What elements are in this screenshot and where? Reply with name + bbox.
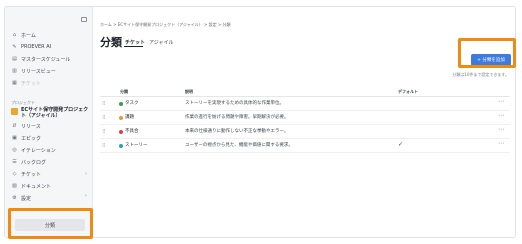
row-name: 不具合	[125, 129, 139, 134]
chevron-up-icon: ˄	[84, 195, 88, 201]
color-dot	[119, 130, 123, 134]
sidebar-item-iteration[interactable]: ◎ イテレーション	[11, 146, 56, 154]
chevron-right-icon: ›	[85, 171, 87, 177]
schedule-icon: ▤	[12, 56, 17, 62]
ai-icon: ✎	[12, 44, 17, 50]
row-description: ユーザーの視点から見た、機能や価値に関する要求。	[185, 143, 293, 148]
row-description: 本来の仕様通りに動作しない不正な挙動やエラー。	[185, 129, 289, 134]
project-selector[interactable]: ECサイト保守開発プロジェクト（アジャイル）	[11, 107, 89, 119]
review-icon: ▥	[12, 68, 17, 74]
color-dot	[119, 144, 123, 148]
project-logo	[11, 108, 18, 115]
sidebar-item-settings[interactable]: ⚙ 設定 ˄	[11, 194, 87, 202]
row-name: タスク	[125, 101, 139, 106]
sidebar-item-schedule[interactable]: ▤ マスタースケジュール	[11, 55, 70, 63]
ticket-icon: ◇	[12, 171, 17, 177]
app-window: ⌂ ホーム ✎ PROEVER AI ▤ マスタースケジュール ▥ リリースビュ…	[4, 6, 516, 238]
iteration-icon: ◎	[12, 147, 17, 153]
sidebar-item-document[interactable]: ▧ ドキュメント	[11, 182, 51, 190]
epic-icon: ▣	[12, 135, 17, 141]
table-header: 分類 説明 デフォルト	[100, 87, 510, 97]
home-icon: ⌂	[12, 32, 17, 38]
project-name: ECサイト保守開発プロジェクト（アジャイル）	[21, 107, 89, 119]
column-header-description: 説明	[185, 89, 193, 94]
column-header-default: デフォルト	[398, 89, 418, 94]
sidebar-item-label: エピック	[21, 135, 42, 142]
color-dot	[119, 102, 123, 106]
sidebar-item-label: バックログ	[21, 159, 47, 166]
sidebar-item-release[interactable]: ⇵ リリース	[11, 122, 41, 130]
drag-handle-icon[interactable]: ⠿	[102, 101, 106, 107]
sidebar-item-backlog[interactable]: ☰ バックログ	[11, 158, 46, 166]
tab-ticket[interactable]: チケット	[125, 39, 145, 46]
tab-agile[interactable]: アジャイル	[149, 39, 174, 46]
page-title: 分類	[100, 36, 122, 49]
row-name: 課題	[125, 115, 134, 120]
collapse-sidebar-icon[interactable]	[81, 17, 87, 22]
highlight-add-button	[458, 38, 516, 68]
sidebar-item-tickets[interactable]: ▦ チケット	[11, 79, 41, 87]
more-options-icon[interactable]: ⋯	[498, 126, 504, 133]
color-dot	[119, 116, 123, 120]
sidebar-item-label: リリース	[21, 123, 41, 130]
sidebar-item-label: チケット	[21, 171, 42, 178]
row-name: ストーリー	[125, 143, 148, 148]
drag-handle-icon[interactable]: ⠿	[102, 115, 106, 121]
highlight-classification-item	[8, 208, 93, 239]
ticket-icon: ▦	[12, 80, 17, 86]
active-tab-indicator	[124, 46, 143, 47]
sidebar: ⌂ ホーム ✎ PROEVER AI ▤ マスタースケジュール ▥ リリースビュ…	[5, 7, 93, 237]
column-header-name: 分類	[120, 89, 128, 94]
row-description: 作業の進行を妨げる問題や障害。早期解決が必要。	[185, 115, 289, 120]
sidebar-item-label: チケット	[21, 80, 42, 87]
sidebar-item-epic[interactable]: ▣ エピック	[11, 134, 41, 142]
sidebar-item-release-view[interactable]: ▥ リリースビュー	[11, 67, 56, 75]
table-row[interactable]: ⠿ タスク ストーリーを実現するための具体的な作業単位。 ⋯	[100, 97, 510, 111]
limit-hint: 分類は10件まで設定できます。	[452, 72, 509, 77]
sidebar-item-label: ドキュメント	[21, 183, 52, 190]
default-check-icon: ✓	[398, 141, 404, 148]
release-icon: ⇵	[12, 123, 17, 129]
sidebar-item-home[interactable]: ⌂ ホーム	[11, 31, 36, 39]
breadcrumb: ホーム > ECサイト保守開発プロジェクト（アジャイル） > 設定 > 分類	[100, 22, 231, 27]
table-row[interactable]: ⠿ 不具合 本来の仕様通りに動作しない不正な挙動やエラー。 ⋯	[100, 125, 510, 139]
sidebar-item-label: PROEVER AI	[21, 44, 52, 50]
more-options-icon[interactable]: ⋯	[498, 112, 504, 119]
row-description: ストーリーを実現するための具体的な作業単位。	[185, 101, 284, 106]
document-icon: ▧	[12, 183, 17, 189]
drag-handle-icon[interactable]: ⠿	[102, 129, 106, 135]
sidebar-item-label: 設定	[21, 195, 32, 202]
settings-icon: ⚙	[12, 195, 17, 201]
section-label-project: プロジェクト	[11, 100, 35, 105]
sidebar-item-label: リリースビュー	[21, 68, 56, 75]
more-options-icon[interactable]: ⋯	[498, 98, 504, 105]
sidebar-item-label: イテレーション	[21, 147, 56, 154]
more-options-icon[interactable]: ⋯	[498, 140, 504, 147]
sidebar-item-ai[interactable]: ✎ PROEVER AI	[11, 43, 51, 51]
sidebar-item-ticket[interactable]: ◇ チケット ›	[11, 170, 87, 178]
sidebar-item-label: ホーム	[21, 32, 36, 39]
table-row[interactable]: ⠿ 課題 作業の進行を妨げる問題や障害。早期解決が必要。 ⋯	[100, 111, 510, 125]
table-row[interactable]: ⠿ ストーリー ユーザーの視点から見た、機能や価値に関する要求。 ✓ ⋯	[100, 139, 510, 153]
sidebar-item-label: マスタースケジュール	[21, 56, 71, 63]
backlog-icon: ☰	[12, 159, 17, 165]
drag-handle-icon[interactable]: ⠿	[102, 143, 106, 149]
